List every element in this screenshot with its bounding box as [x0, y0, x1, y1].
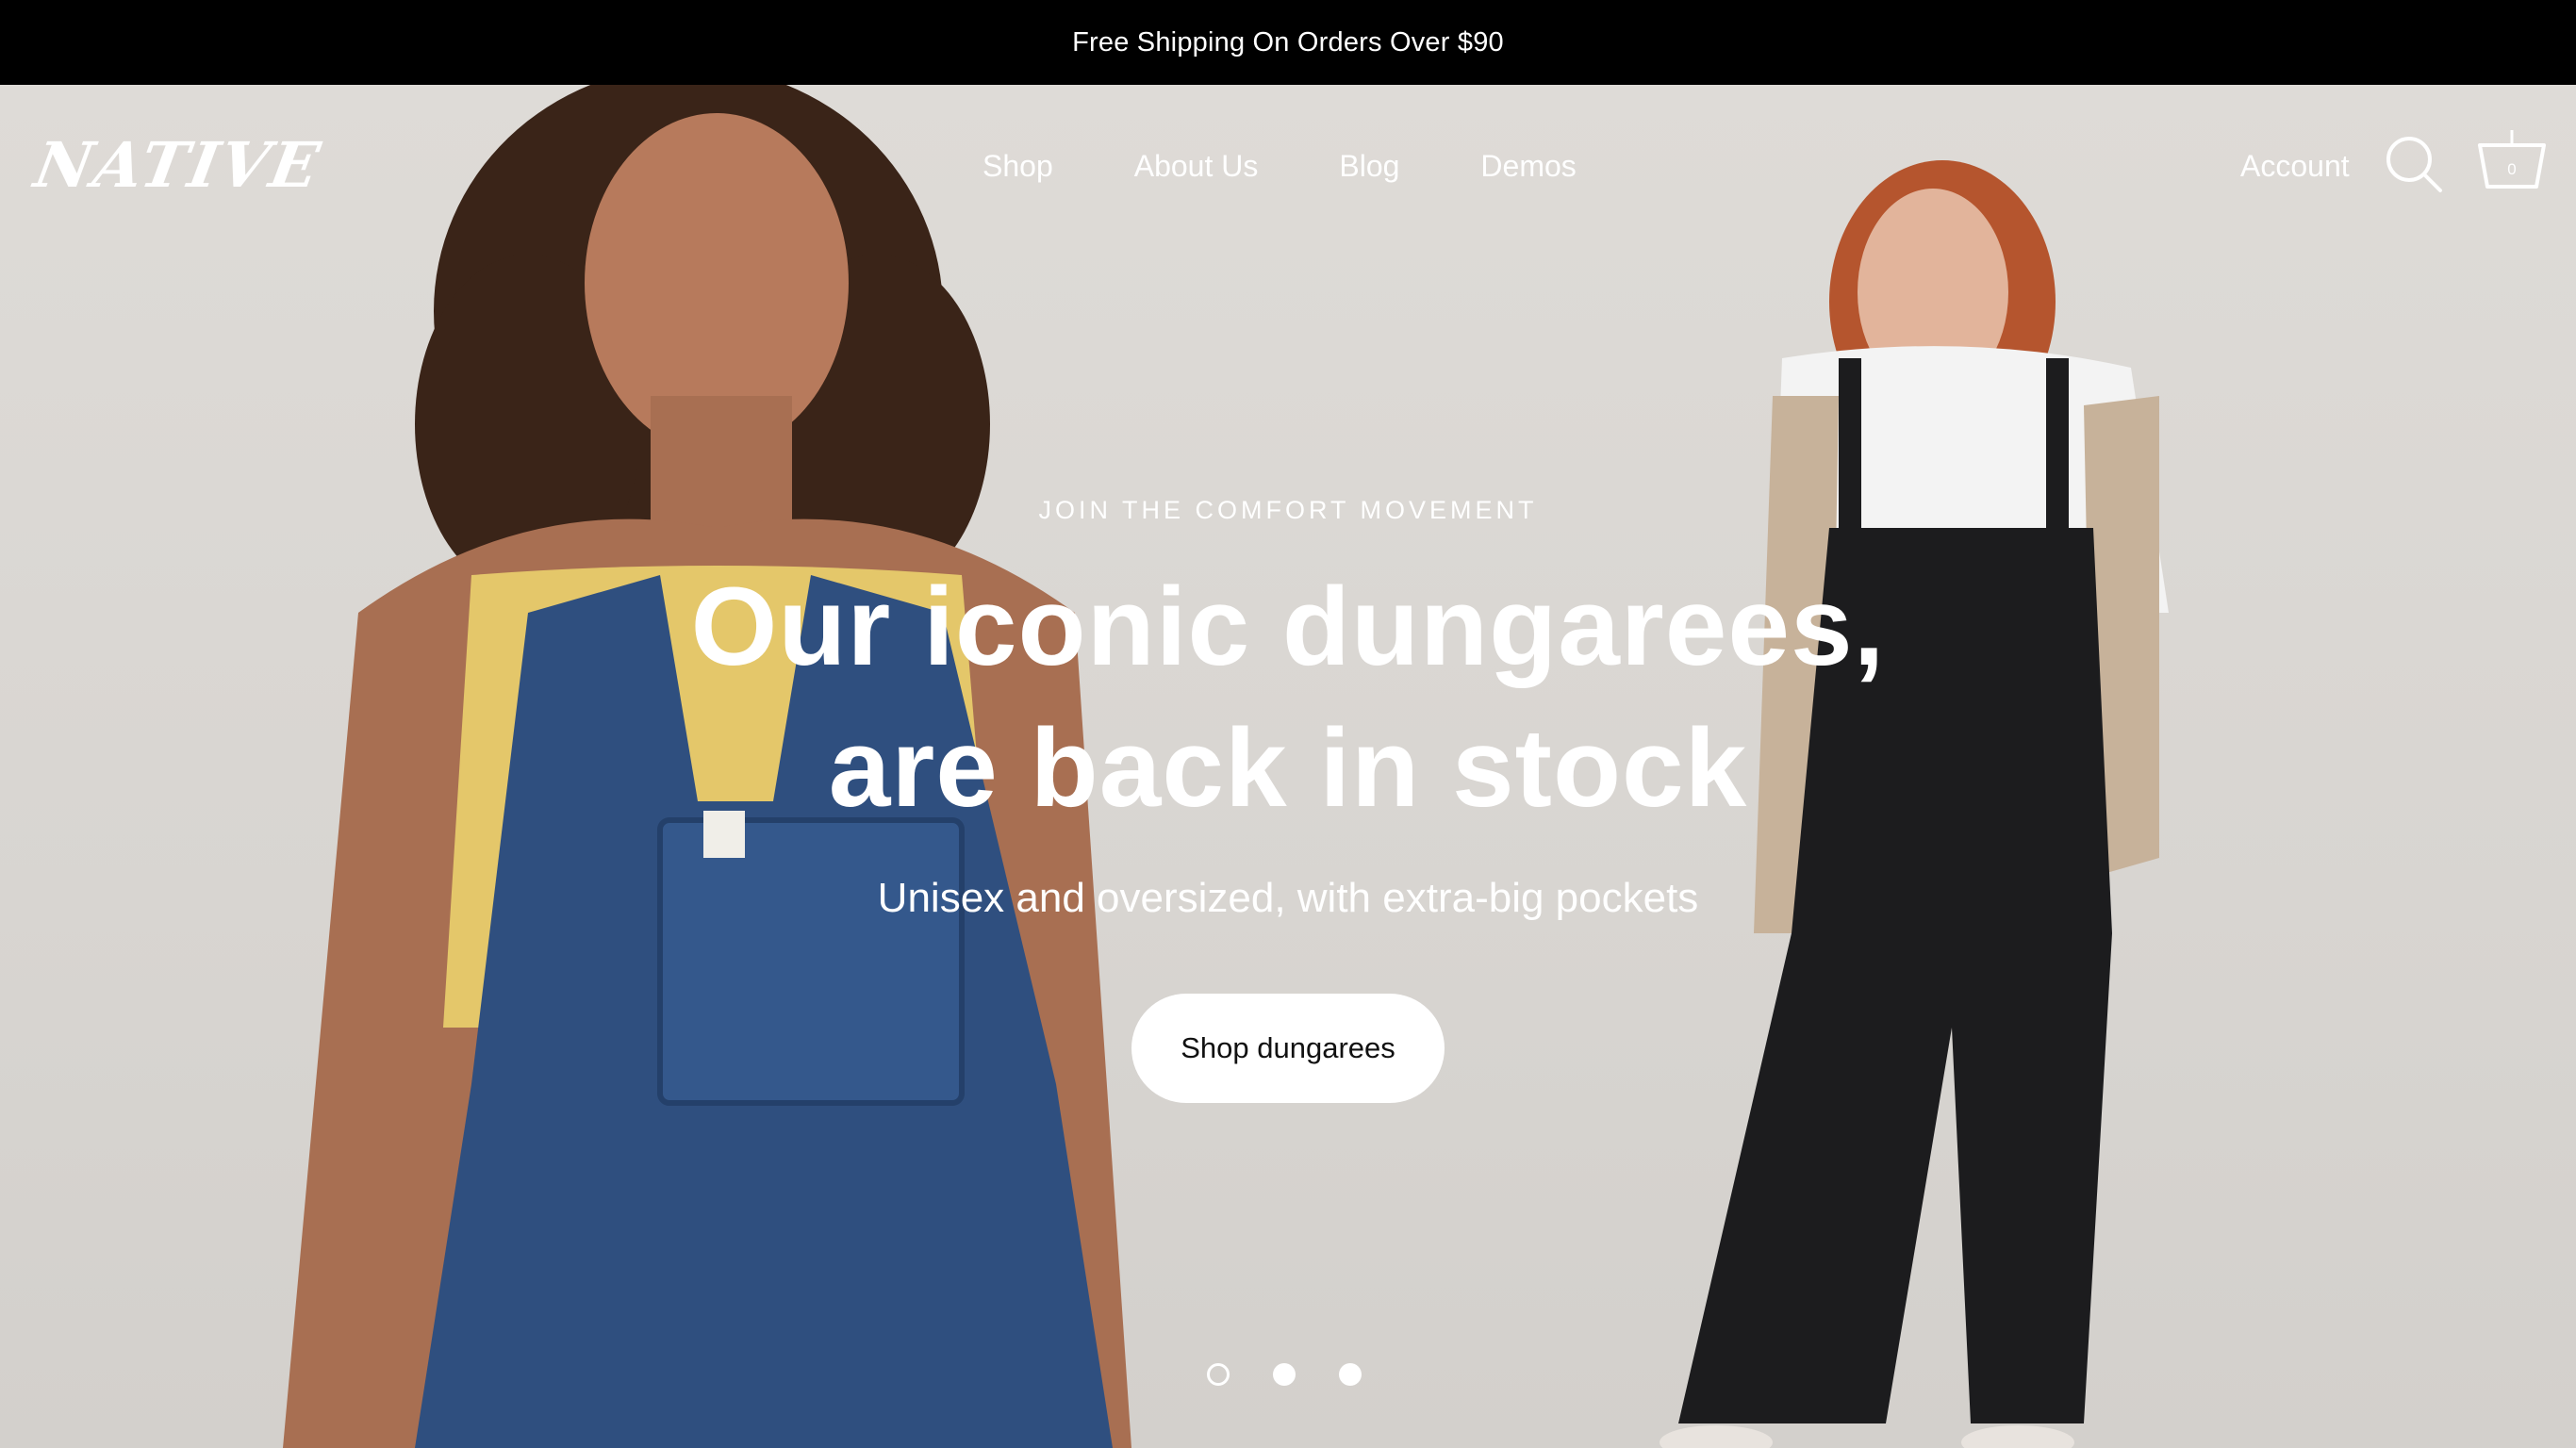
hero-subheading: Unisex and oversized, with extra-big poc…	[877, 875, 1699, 921]
slide-pagination	[1207, 1363, 1362, 1386]
hero-headline: Our iconic dungarees, are back in stock	[534, 556, 2042, 839]
slide-dot-2[interactable]	[1273, 1363, 1296, 1386]
hero-banner: NATIVE Shop About Us Blog Demos Account …	[0, 85, 2576, 1448]
slide-dot-1[interactable]	[1207, 1363, 1230, 1386]
search-icon[interactable]	[2384, 134, 2444, 194]
nav-about-us[interactable]: About Us	[1134, 143, 1259, 189]
shop-dungarees-button[interactable]: Shop dungarees	[1131, 994, 1445, 1103]
logo[interactable]: NATIVE	[28, 123, 326, 207]
hero-headline-line2: are back in stock	[828, 706, 1748, 831]
nav-shop[interactable]: Shop	[983, 143, 1053, 189]
announcement-bar: Free Shipping On Orders Over $90	[0, 0, 2576, 85]
main-nav: Shop About Us Blog Demos	[983, 143, 1577, 189]
nav-demos[interactable]: Demos	[1480, 143, 1576, 189]
hero-headline-line1: Our iconic dungarees,	[690, 565, 1886, 689]
announcement-text: Free Shipping On Orders Over $90	[1072, 26, 1504, 58]
hero-eyebrow: JOIN THE COMFORT MOVEMENT	[1038, 496, 1538, 524]
account-link[interactable]: Account	[2240, 143, 2350, 189]
cart-icon[interactable]: 0	[2476, 124, 2548, 196]
cart-count: 0	[2507, 160, 2517, 178]
slide-dot-3[interactable]	[1339, 1363, 1362, 1386]
nav-blog[interactable]: Blog	[1339, 143, 1399, 189]
